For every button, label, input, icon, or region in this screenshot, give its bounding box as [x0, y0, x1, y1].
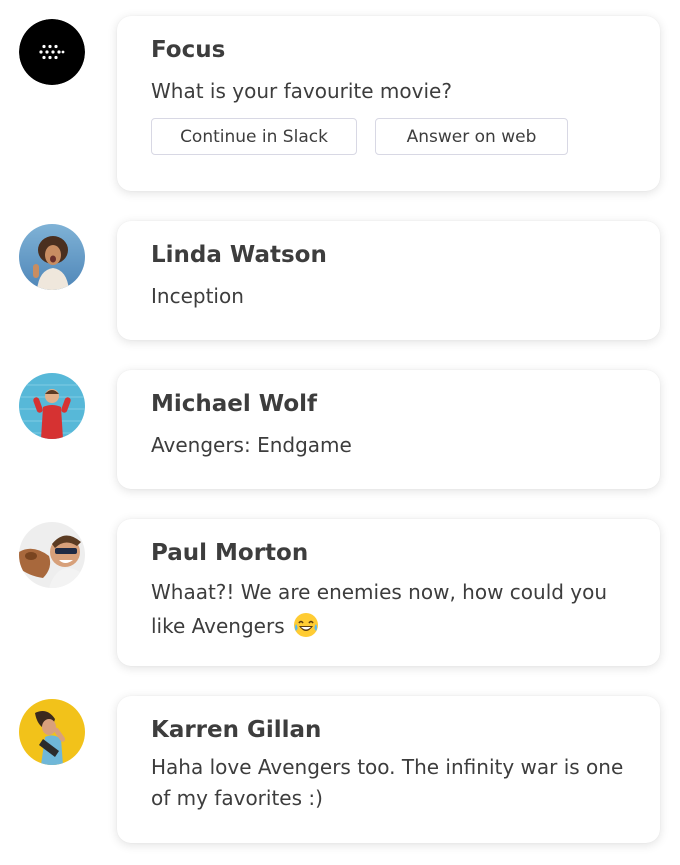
message-card: Karren Gillan Haha love Avengers too. Th… — [117, 696, 660, 843]
message-text: Whaat?! We are enemies now, how could yo… — [151, 575, 626, 648]
linda-watson-avatar — [19, 224, 85, 290]
message-card: Michael Wolf Avengers: Endgame — [117, 370, 660, 489]
message-card: Focus What is your favourite movie? Cont… — [117, 16, 660, 191]
answer-on-web-button[interactable]: Answer on web — [375, 118, 568, 155]
message-text-line: like Avengers — [151, 614, 285, 638]
continue-in-slack-button[interactable]: Continue in Slack — [151, 118, 357, 155]
message-text: Haha love Avengers too. The infinity war… — [151, 752, 626, 814]
message-actions: Continue in Slack Answer on web — [151, 118, 626, 155]
sender-name: Karren Gillan — [151, 717, 322, 743]
focus-logo-icon — [19, 19, 85, 85]
message-text-line: Haha love Avengers too. The infinity war… — [151, 755, 624, 779]
message-card: Paul Morton Whaat?! We are enemies now, … — [117, 519, 660, 666]
sender-name: Linda Watson — [151, 242, 327, 268]
karren-gillan-avatar — [19, 699, 85, 765]
message-text: Inception — [151, 284, 244, 308]
message-text: What is your favourite movie? — [151, 79, 452, 103]
message-text-line-with-emoji: like Avengers — [151, 609, 626, 648]
message-text-line: of my favorites :) — [151, 786, 323, 810]
sender-name: Michael Wolf — [151, 391, 318, 417]
sender-name: Focus — [151, 37, 226, 63]
message-text: Avengers: Endgame — [151, 433, 352, 457]
michael-wolf-avatar — [19, 373, 85, 439]
message-card: Linda Watson Inception — [117, 221, 660, 340]
sender-name: Paul Morton — [151, 540, 309, 566]
laughing-tears-emoji — [293, 612, 319, 648]
paul-morton-avatar — [19, 522, 85, 588]
message-feed: Focus What is your favourite movie? Cont… — [0, 0, 680, 865]
message-text-line: Whaat?! We are enemies now, how could yo… — [151, 580, 608, 604]
